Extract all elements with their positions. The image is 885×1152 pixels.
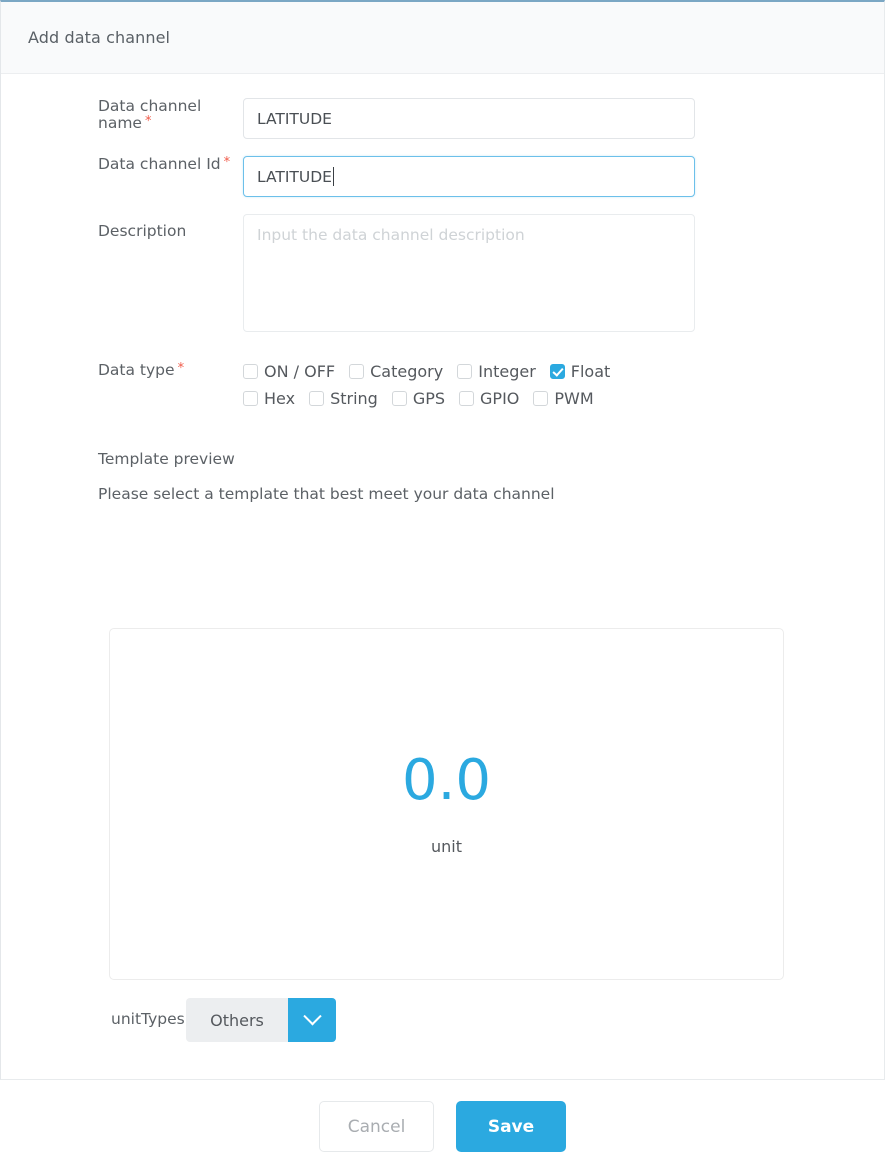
label-description-text: Description: [98, 222, 187, 240]
chevron-down-icon[interactable]: [288, 998, 336, 1042]
checkbox-onoff[interactable]: ON / OFF: [243, 362, 335, 381]
checkbox-box-icon[interactable]: [459, 391, 475, 406]
label-channel-id-text: Data channel Id: [98, 155, 221, 173]
checkbox-box-icon[interactable]: [243, 391, 258, 406]
checkbox-label: GPS: [412, 389, 446, 408]
dialog-header: Add data channel: [1, 2, 884, 74]
checkbox-float[interactable]: Float: [549, 362, 611, 381]
required-asterisk: *: [177, 361, 185, 376]
channel-name-value: LATITUDE: [257, 109, 332, 128]
description-placeholder: Input the data channel description: [257, 226, 525, 244]
checkbox-box-icon[interactable]: [309, 391, 325, 406]
preview-unit: unit: [431, 836, 462, 856]
template-preview-subheading: Please select a template that best meet …: [98, 485, 555, 503]
field-channel-id: LATITUDE: [243, 156, 884, 197]
dialog-footer: Cancel Save: [1, 1101, 884, 1152]
label-channel-name: Data channel name *: [1, 97, 243, 132]
checkbox-label: String: [330, 389, 378, 408]
checkbox-box-icon[interactable]: [533, 391, 549, 406]
checkbox-box-icon[interactable]: [391, 391, 407, 406]
unit-types-dropdown[interactable]: Others: [186, 998, 336, 1042]
checkbox-label: Float: [570, 362, 611, 381]
add-data-channel-dialog: Add data channel Data channel name * LATI…: [0, 0, 885, 1152]
field-row-description: Description Input the data channel descr…: [1, 214, 884, 332]
label-description: Description: [1, 214, 243, 240]
checkbox-integer[interactable]: Integer: [457, 362, 536, 381]
text-caret: [332, 167, 334, 186]
field-description: Input the data channel description: [243, 214, 884, 332]
save-button[interactable]: Save: [456, 1101, 566, 1152]
checkbox-box-icon[interactable]: [457, 364, 473, 379]
description-textarea[interactable]: Input the data channel description: [243, 214, 695, 332]
checkbox-label: Hex: [264, 389, 296, 408]
field-row-channel-id: Data channel Id * LATITUDE: [1, 155, 884, 197]
field-row-data-type: Data type * ON / OFF Category Integer Fl…: [1, 361, 884, 408]
template-preview-heading: Template preview: [98, 450, 235, 468]
checkbox-label: Category: [370, 362, 444, 381]
chevron-glyph: [302, 1006, 322, 1025]
data-type-checkbox-group: ON / OFF Category Integer Float Hex Stri…: [243, 362, 663, 408]
channel-name-input[interactable]: LATITUDE: [243, 98, 695, 139]
checkbox-box-icon[interactable]: [243, 364, 258, 379]
label-data-type-text: Data type: [98, 361, 175, 379]
required-asterisk: *: [223, 155, 231, 170]
unit-types-selected-value: Others: [186, 998, 288, 1042]
dialog-title: Add data channel: [28, 28, 171, 47]
field-row-channel-name: Data channel name * LATITUDE: [1, 97, 884, 139]
required-asterisk: *: [144, 114, 152, 130]
checkbox-gpio[interactable]: GPIO: [459, 389, 519, 408]
preview-value: 0.0: [401, 747, 492, 813]
field-unit-types: Others: [186, 998, 884, 1042]
label-unit-types-text: unitTypes: [111, 1010, 185, 1029]
dialog-body: Data channel name * LATITUDE Data channel…: [1, 97, 884, 1152]
label-unit-types: unitTypes*: [1, 1010, 194, 1029]
checkbox-category[interactable]: Category: [349, 362, 443, 381]
label-data-type: Data type *: [1, 361, 243, 379]
checkbox-label: Integer: [478, 362, 536, 381]
label-channel-id: Data channel Id *: [1, 155, 243, 173]
checkbox-hex[interactable]: Hex: [243, 389, 295, 408]
template-preview-box[interactable]: 0.0 unit: [109, 628, 784, 980]
checkbox-label: GPIO: [480, 389, 520, 408]
channel-id-input[interactable]: LATITUDE: [243, 156, 695, 197]
checkbox-pwm[interactable]: PWM: [533, 389, 594, 408]
field-channel-name: LATITUDE: [243, 98, 884, 139]
field-data-type: ON / OFF Category Integer Float Hex Stri…: [243, 362, 884, 408]
checkbox-string[interactable]: String: [309, 389, 378, 408]
channel-id-value: LATITUDE: [257, 167, 332, 186]
checkbox-box-icon[interactable]: [349, 364, 365, 379]
checkbox-checked-icon[interactable]: [549, 364, 565, 379]
checkbox-label: ON / OFF: [264, 362, 336, 381]
cancel-button[interactable]: Cancel: [319, 1101, 434, 1152]
checkbox-label: PWM: [554, 389, 594, 408]
checkbox-gps[interactable]: GPS: [391, 389, 446, 408]
field-row-unit-types: unitTypes* Others: [1, 998, 884, 1042]
